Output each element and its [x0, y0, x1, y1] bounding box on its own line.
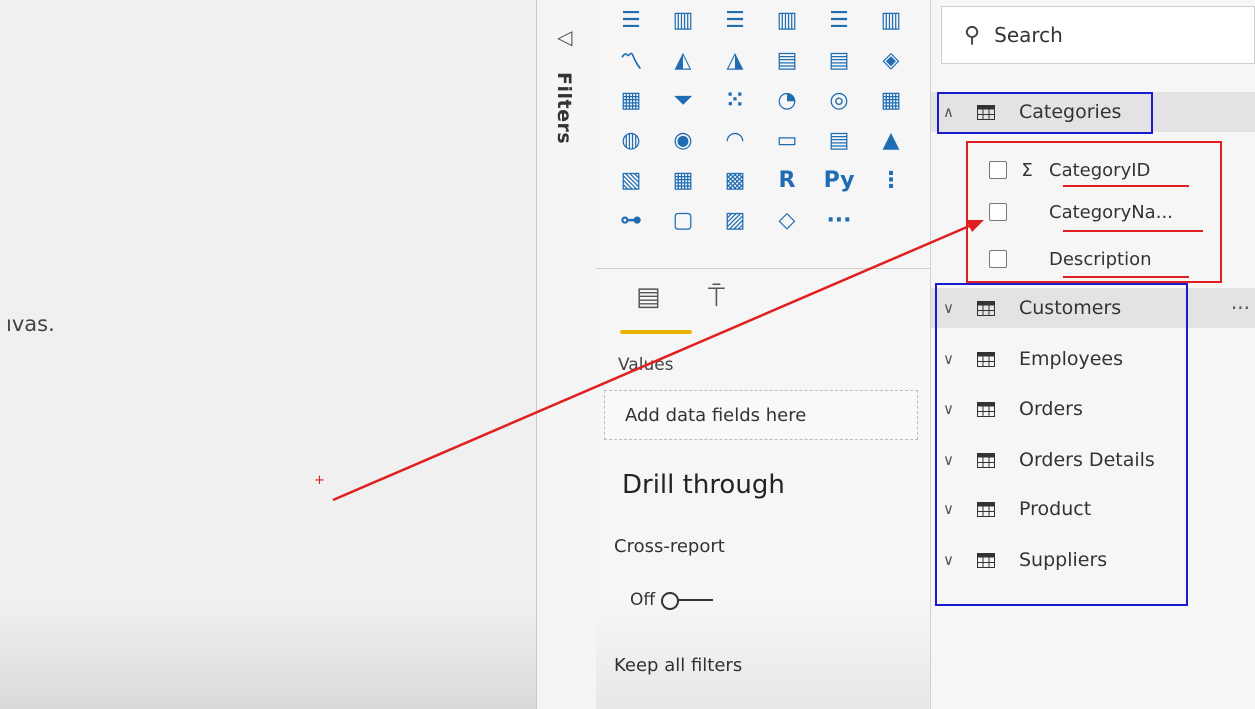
qa-icon[interactable]: ▢ — [664, 204, 702, 236]
dropzone-text: Add data fields here — [625, 404, 807, 426]
filled-map-icon[interactable]: ◉ — [664, 124, 702, 156]
annotation-red-box-fields — [966, 141, 1222, 283]
annotation-blue-box-categories — [937, 92, 1153, 134]
python-visual-icon[interactable]: Py — [820, 164, 858, 196]
canvas-hint-text: ıvas. — [6, 312, 55, 336]
stacked-area-chart-icon[interactable]: ◮ — [716, 44, 754, 76]
clustered-bar-chart-icon[interactable]: ☰ — [716, 4, 754, 36]
slicer-icon[interactable]: ▧ — [612, 164, 650, 196]
fields-tab-icon[interactable]: ▤ — [636, 282, 661, 312]
card-icon[interactable]: ▭ — [768, 124, 806, 156]
toggle-state-label: Off — [630, 590, 656, 610]
crosshair-cursor-icon: + — [314, 473, 325, 488]
visualizations-pane: ☰ ▥ ☰ ▥ ☰ ▥ 〽 ◭ ◮ ▤ ▤ ◈ ▦ ⏷ ⁙ ◔ ◎ ▦ ◍ ◉ ◠ ▭ ▤ ▲ ▧ ▦ ▩ R Py ⋮ ⊶ ▢ ▨ ◇ ··· ▤… — [596, 0, 930, 709]
decomposition-tree-icon[interactable]: ⊶ — [612, 204, 650, 236]
line-and-stacked-column-icon[interactable]: ▤ — [768, 44, 806, 76]
more-options-icon[interactable]: ··· — [1231, 296, 1250, 320]
annotation-underline — [1063, 230, 1203, 232]
treemap-icon[interactable]: ▦ — [872, 84, 910, 116]
r-visual-icon[interactable]: R — [768, 164, 806, 196]
100-stacked-bar-chart-icon[interactable]: ☰ — [820, 4, 858, 36]
area-chart-icon[interactable]: ◭ — [664, 44, 702, 76]
annotation-underline — [1063, 185, 1189, 187]
format-paint-roller-icon[interactable]: ⍑ — [708, 280, 725, 314]
gauge-icon[interactable]: ◠ — [716, 124, 754, 156]
stacked-column-chart-icon[interactable]: ▥ — [664, 4, 702, 36]
expand-filters-icon[interactable]: ◁ — [557, 25, 572, 49]
power-apps-icon[interactable]: ◇ — [768, 204, 806, 236]
donut-chart-icon[interactable]: ◎ — [820, 84, 858, 116]
matrix-icon[interactable]: ▩ — [716, 164, 754, 196]
100-stacked-column-chart-icon[interactable]: ▥ — [872, 4, 910, 36]
search-icon: ⚲ — [964, 22, 981, 48]
drill-through-title: Drill through — [622, 470, 785, 500]
line-chart-icon[interactable]: 〽 — [612, 44, 650, 76]
multi-row-card-icon[interactable]: ▤ — [820, 124, 858, 156]
ribbon-chart-icon[interactable]: ◈ — [872, 44, 910, 76]
canvas-shade — [0, 600, 536, 709]
values-dropzone[interactable]: Add data fields here — [604, 390, 918, 440]
line-and-clustered-column-icon[interactable]: ▤ — [820, 44, 858, 76]
waterfall-chart-icon[interactable]: ▦ — [612, 84, 650, 116]
visual-gallery: ☰ ▥ ☰ ▥ ☰ ▥ 〽 ◭ ◮ ▤ ▤ ◈ ▦ ⏷ ⁙ ◔ ◎ ▦ ◍ ◉ ◠ ▭ ▤ ▲ ▧ ▦ ▩ R Py ⋮ ⊶ ▢ ▨ ◇ ··· — [612, 4, 914, 238]
keep-all-filters-label: Keep all filters — [614, 655, 743, 676]
scatter-chart-icon[interactable]: ⁙ — [716, 84, 754, 116]
map-icon[interactable]: ◍ — [612, 124, 650, 156]
more-visuals-icon[interactable]: ··· — [820, 204, 858, 236]
clustered-column-chart-icon[interactable]: ▥ — [768, 4, 806, 36]
annotation-underline — [1063, 276, 1189, 278]
search-placeholder: Search — [994, 23, 1063, 47]
cross-report-toggle[interactable]: Off — [630, 590, 715, 610]
active-tab-indicator — [620, 330, 692, 334]
funnel-icon[interactable]: ⏷ — [664, 84, 702, 116]
kpi-icon[interactable]: ▲ — [872, 124, 910, 156]
key-influencers-icon[interactable]: ⋮ — [872, 164, 910, 196]
table-icon[interactable]: ▦ — [664, 164, 702, 196]
smart-narrative-icon[interactable]: ▨ — [716, 204, 754, 236]
annotation-blue-box-tables — [935, 283, 1188, 606]
divider — [596, 268, 930, 269]
report-canvas[interactable]: ıvas. + — [0, 0, 536, 709]
filters-pane-label[interactable]: Filters — [553, 72, 575, 144]
cross-report-label: Cross-report — [614, 536, 725, 557]
values-well-label: Values — [618, 355, 674, 375]
pie-chart-icon[interactable]: ◔ — [768, 84, 806, 116]
stacked-bar-chart-icon[interactable]: ☰ — [612, 4, 650, 36]
filters-pane[interactable]: ◁ Filters — [536, 0, 597, 709]
toggle-switch-icon[interactable] — [661, 592, 715, 610]
fields-search-input[interactable]: ⚲ Search — [941, 6, 1255, 64]
